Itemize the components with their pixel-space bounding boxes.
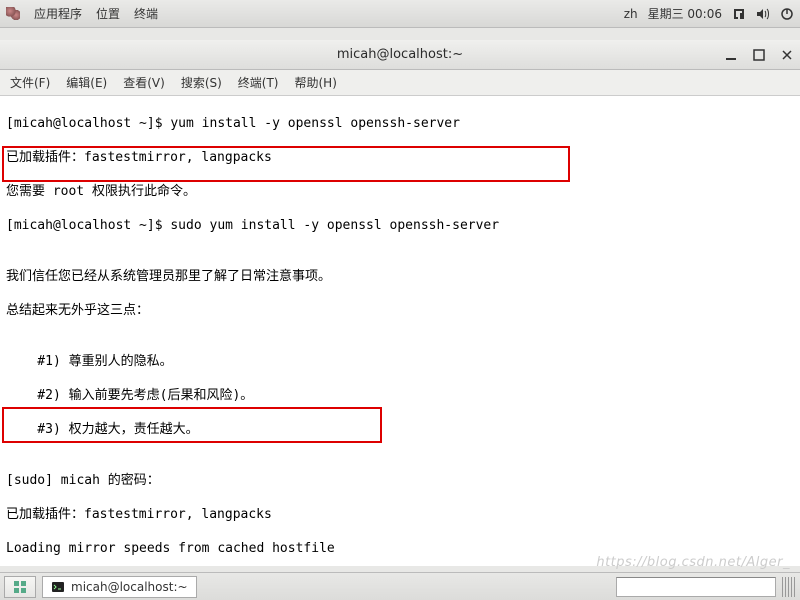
show-desktop-button[interactable] — [4, 576, 36, 598]
terminal-line: #3) 权力越大，责任越大。 — [6, 421, 796, 438]
terminal-line: #2) 输入前要先考虑(后果和风险)。 — [6, 387, 796, 404]
gnome-topbar: 应用程序 位置 终端 zh 星期三 00:06 — [0, 0, 800, 28]
clock[interactable]: 星期三 00:06 — [648, 5, 722, 22]
menu-search[interactable]: 搜索(S) — [181, 74, 222, 91]
terminal-line: 已加载插件：fastestmirror, langpacks — [6, 149, 796, 166]
terminal-line: 我们信任您已经从系统管理员那里了解了日常注意事项。 — [6, 268, 796, 285]
taskbar-window-button[interactable]: micah@localhost:~ — [42, 576, 197, 598]
minimize-button[interactable] — [724, 48, 738, 62]
input-method-indicator[interactable]: zh — [624, 7, 638, 21]
maximize-button[interactable] — [752, 48, 766, 62]
menu-file[interactable]: 文件(F) — [10, 74, 50, 91]
menu-edit[interactable]: 编辑(E) — [66, 74, 107, 91]
menu-terminal[interactable]: 终端(T) — [238, 74, 279, 91]
terminal-menubar: 文件(F) 编辑(E) 查看(V) 搜索(S) 终端(T) 帮助(H) — [0, 70, 800, 96]
terminal-line: [micah@localhost ~]$ yum install -y open… — [6, 115, 796, 132]
terminal-line: [micah@localhost ~]$ sudo yum install -y… — [6, 217, 796, 234]
terminal-line: 您需要 root 权限执行此命令。 — [6, 183, 796, 200]
window-titlebar[interactable]: micah@localhost:~ — [0, 40, 800, 70]
terminal-icon — [51, 580, 65, 594]
menu-terminal[interactable]: 终端 — [134, 5, 158, 22]
window-title: micah@localhost:~ — [337, 47, 463, 62]
terminal-line: 总结起来无外乎这三点： — [6, 302, 796, 319]
gnome-foot-icon — [6, 7, 20, 21]
network-icon[interactable] — [732, 7, 746, 21]
menu-help[interactable]: 帮助(H) — [295, 74, 337, 91]
menu-places[interactable]: 位置 — [96, 5, 120, 22]
bottom-taskbar: micah@localhost:~ — [0, 572, 800, 600]
power-icon[interactable] — [780, 7, 794, 21]
terminal-line: 已加载插件：fastestmirror, langpacks — [6, 506, 796, 523]
menu-applications[interactable]: 应用程序 — [34, 5, 82, 22]
volume-icon[interactable] — [756, 7, 770, 21]
menu-view[interactable]: 查看(V) — [123, 74, 165, 91]
close-button[interactable] — [780, 48, 794, 62]
taskbar-search-input[interactable] — [616, 577, 776, 597]
watermark: https://blog.csdn.net/Alger_ — [596, 555, 790, 570]
taskbar-grip[interactable] — [782, 577, 796, 597]
terminal-content[interactable]: [micah@localhost ~]$ yum install -y open… — [0, 96, 800, 566]
terminal-line: #1) 尊重别人的隐私。 — [6, 353, 796, 370]
terminal-line: [sudo] micah 的密码： — [6, 472, 796, 489]
taskbar-window-label: micah@localhost:~ — [71, 580, 188, 594]
